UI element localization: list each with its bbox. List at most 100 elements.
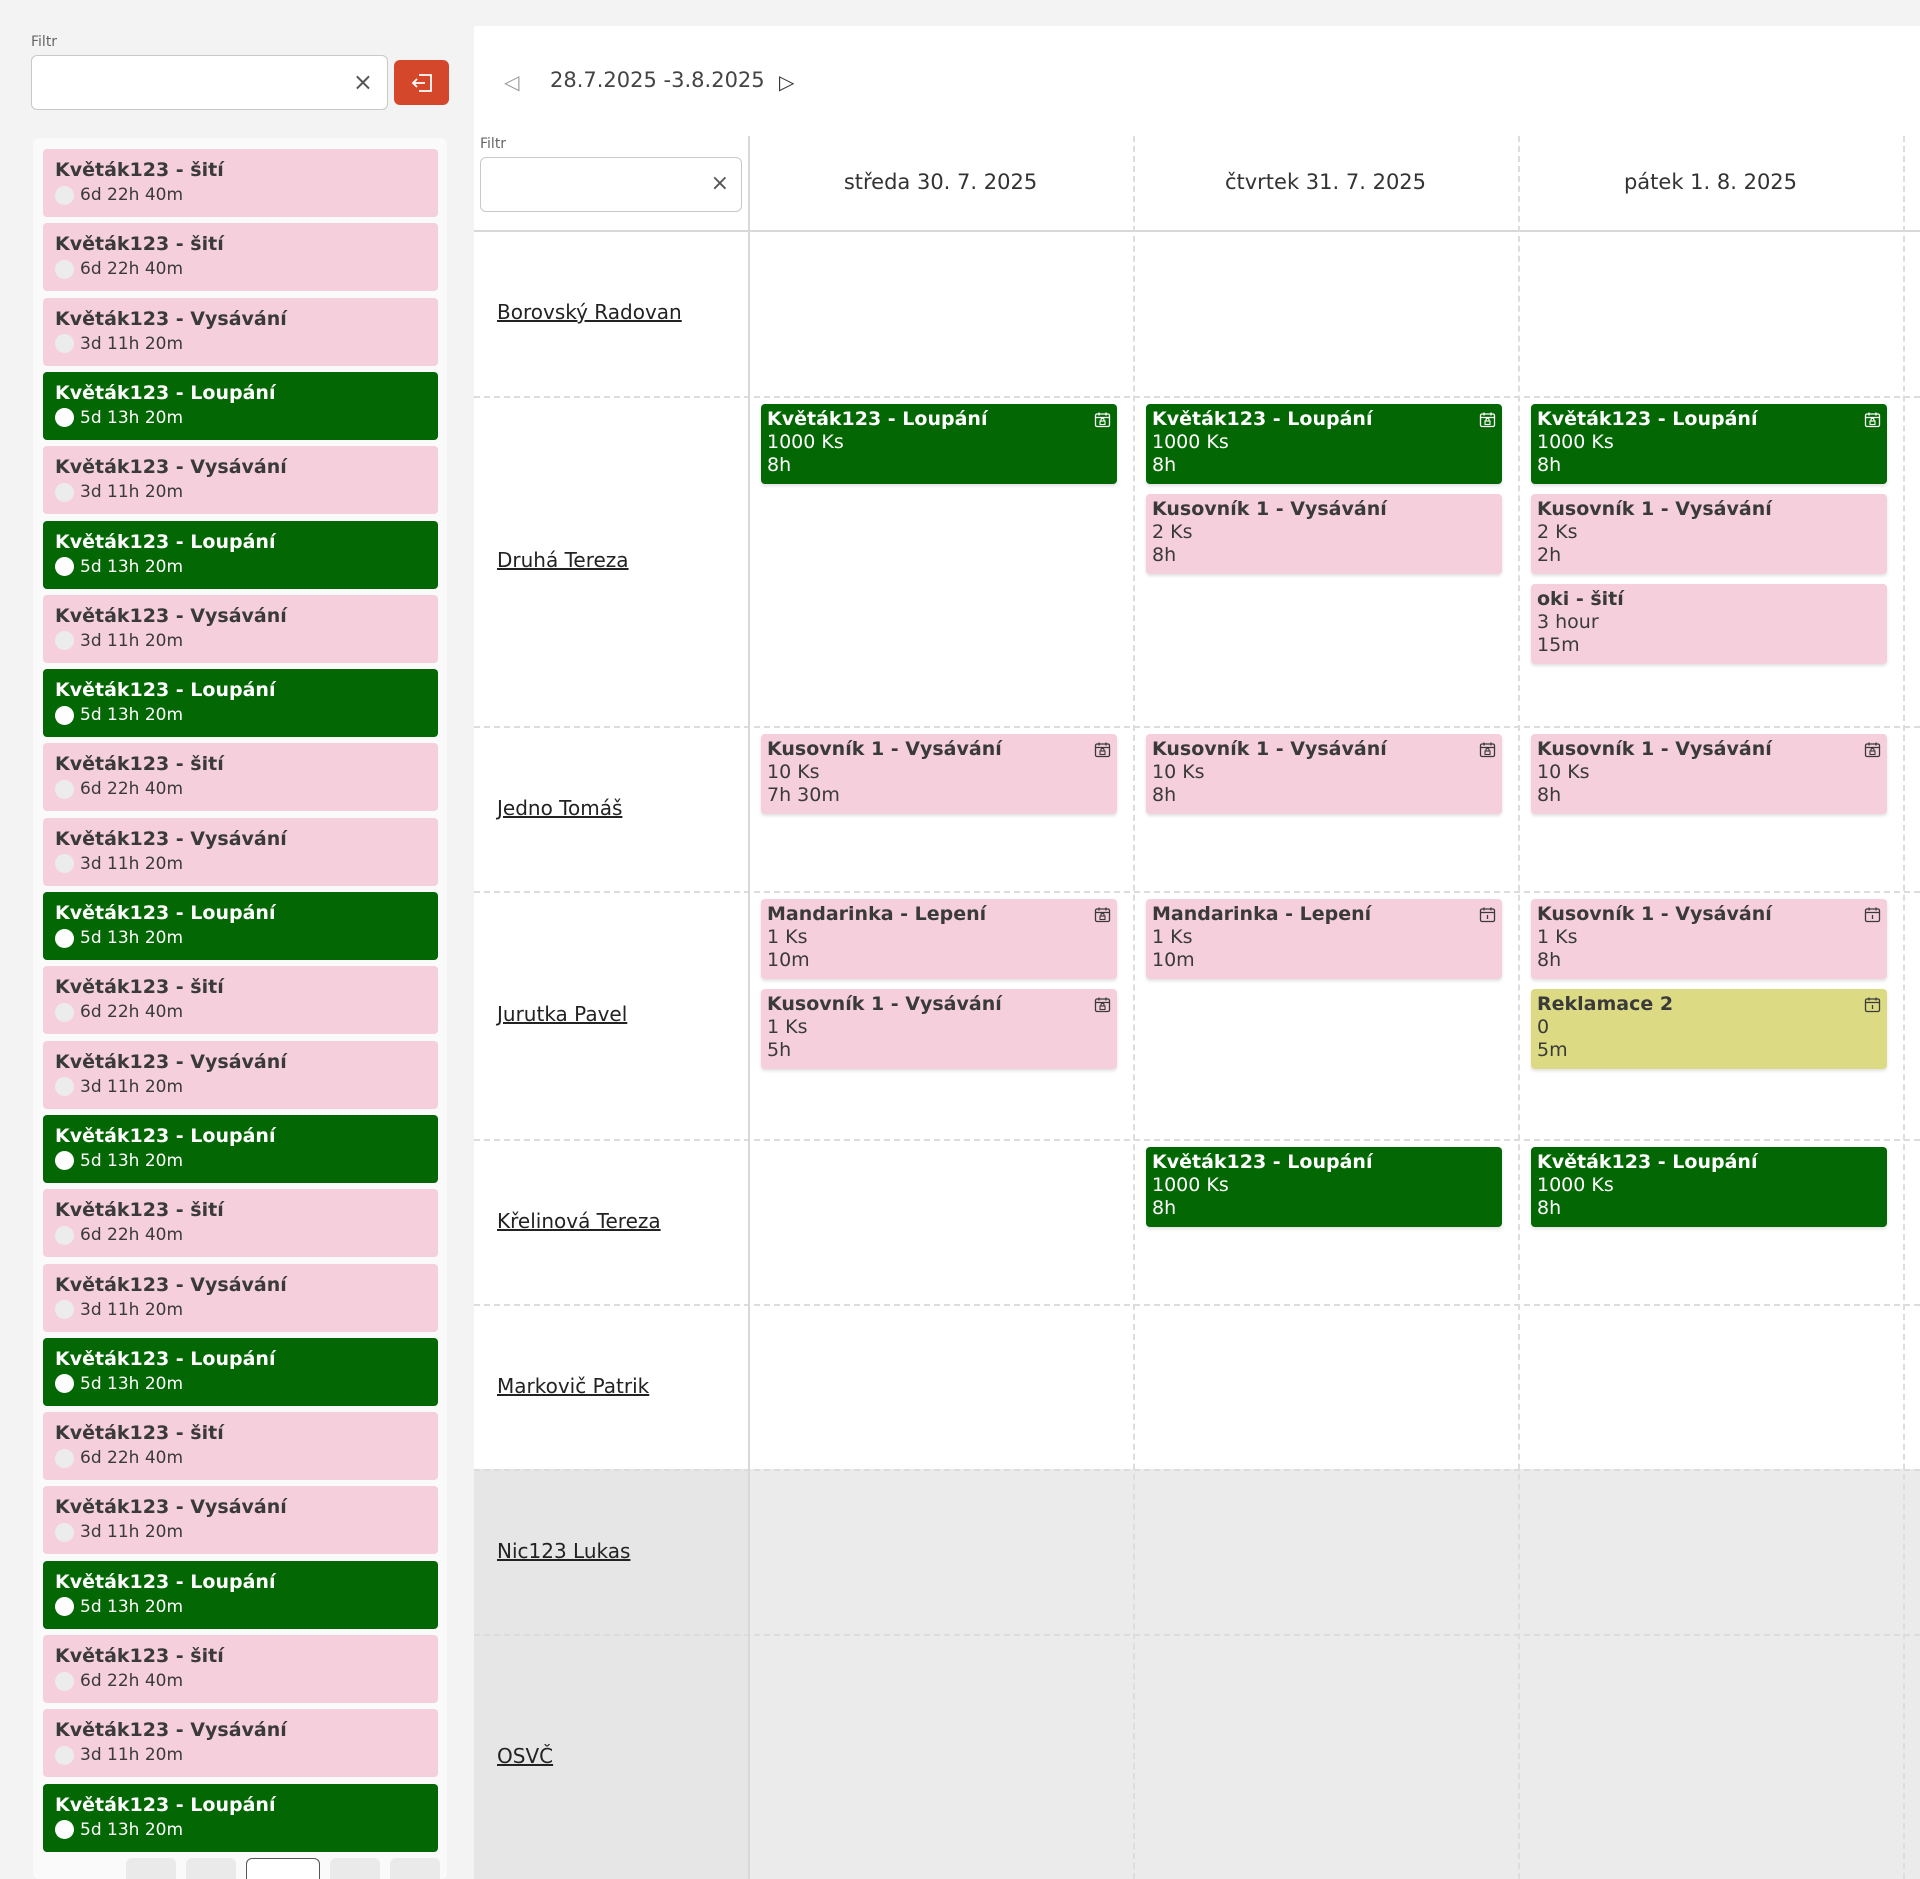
scheduled-task-card[interactable]: Květák123 - Loupání 1000 Ks 8h (1146, 1147, 1502, 1227)
employee-filter-input[interactable]: × (480, 157, 742, 212)
employee-name-link[interactable]: Borovský Radovan (497, 300, 682, 324)
employee-filter-label: Filtr (480, 136, 507, 152)
task-quantity: 3 hour (1537, 611, 1599, 633)
scheduled-task-card[interactable]: Květák123 - Loupání 1000 Ks 8h (1146, 404, 1502, 484)
task-list-item[interactable]: Květák123 - Loupání 5d 13h 20m (43, 669, 438, 738)
calendar-icon[interactable] (1479, 906, 1496, 923)
status-dot-icon (55, 482, 74, 502)
employee-name-link[interactable]: Jurutka Pavel (497, 1002, 627, 1026)
task-list-item[interactable]: Květák123 - Vysávání 3d 11h 20m (43, 1486, 438, 1555)
next-week-icon[interactable]: ▷ (779, 70, 794, 94)
pagination-current[interactable] (246, 1858, 320, 1879)
clear-filter-icon[interactable]: × (711, 170, 729, 198)
task-title: Květák123 - Loupání (1537, 1151, 1758, 1173)
task-duration-row: 6d 22h 40m (55, 1223, 426, 1247)
task-duration-row: 5d 13h 20m (55, 703, 426, 727)
calendar-icon[interactable] (1864, 996, 1881, 1013)
task-title: Květák123 - Loupání (1152, 1151, 1373, 1173)
scheduled-task-card[interactable]: Kusovník 1 - Vysávání 2 Ks 8h (1146, 494, 1502, 574)
task-list-item[interactable]: Květák123 - Vysávání 3d 11h 20m (43, 1263, 438, 1332)
employee-name-link[interactable]: Markovič Patrik (497, 1374, 649, 1398)
row-divider (474, 1304, 1920, 1306)
employee-name-link[interactable]: Nic123 Lukas (497, 1539, 630, 1563)
scheduled-task-card[interactable]: Květák123 - Loupání 1000 Ks 8h (761, 404, 1117, 484)
scheduled-task-card[interactable]: Květák123 - Loupání 1000 Ks 8h (1531, 1147, 1887, 1227)
row-divider (474, 726, 1920, 728)
task-list-item[interactable]: Květák123 - Loupání 5d 13h 20m (43, 520, 438, 589)
task-list-item[interactable]: Květák123 - Vysávání 3d 11h 20m (43, 1040, 438, 1109)
scheduled-task-card[interactable]: Kusovník 1 - Vysávání 1 Ks 5h (761, 989, 1117, 1069)
scheduled-task-card[interactable]: Mandarinka - Lepení 1 Ks 10m (1146, 899, 1502, 979)
calendar-lock-icon[interactable] (1864, 741, 1881, 758)
task-quantity: 10 Ks (767, 761, 820, 783)
unscheduled-task-list[interactable]: Květák123 - šití 6d 22h 40m Květák123 - ši… (33, 138, 447, 1879)
pagination-first[interactable] (126, 1858, 176, 1879)
task-list-item[interactable]: Květák123 - šití 6d 22h 40m (43, 149, 438, 217)
task-list-item[interactable]: Květák123 - šití 6d 22h 40m (43, 223, 438, 292)
task-list-item[interactable]: Květák123 - Loupání 5d 13h 20m (43, 1114, 438, 1183)
status-dot-icon (55, 1151, 74, 1171)
scheduled-task-card[interactable]: Kusovník 1 - Vysávání 1 Ks 8h (1531, 899, 1887, 979)
calendar-lock-icon[interactable] (1094, 411, 1111, 428)
task-sidebar: Filtr × Květák123 - šití 6d 22h 40m Květák… (0, 0, 460, 1879)
calendar-lock-icon[interactable] (1479, 411, 1496, 428)
task-duration: 5d 13h 20m (80, 1150, 184, 1171)
logout-icon (411, 73, 432, 92)
employee-name-link[interactable]: Jedno Tomáš (497, 796, 622, 820)
calendar-icon[interactable] (1864, 906, 1881, 923)
scheduled-task-card[interactable]: Kusovník 1 - Vysávání 10 Ks 8h (1146, 734, 1502, 814)
task-duration: 3d 11h 20m (80, 1745, 184, 1766)
clear-filter-icon[interactable]: × (353, 68, 373, 96)
employee-name-link[interactable]: OSVČ (497, 1744, 553, 1768)
scheduled-task-card[interactable]: Kusovník 1 - Vysávání 10 Ks 7h 30m (761, 734, 1117, 814)
calendar-lock-icon[interactable] (1864, 411, 1881, 428)
scheduled-task-card[interactable]: Kusovník 1 - Vysávání 2 Ks 2h (1531, 494, 1887, 574)
task-list-item[interactable]: Květák123 - Vysávání 3d 11h 20m (43, 297, 438, 366)
calendar-lock-icon[interactable] (1094, 741, 1111, 758)
status-dot-icon (55, 1077, 74, 1097)
scheduled-task-card[interactable]: Kusovník 1 - Vysávání 10 Ks 8h (1531, 734, 1887, 814)
scheduled-task-card[interactable]: Květák123 - Loupání 1000 Ks 8h (1531, 404, 1887, 484)
pagination-last[interactable] (390, 1858, 440, 1879)
employee-name-link[interactable]: Druhá Tereza (497, 548, 629, 572)
task-duration-row: 3d 11h 20m (55, 480, 426, 504)
sidebar-filter-input[interactable]: × (31, 55, 388, 110)
task-list-item[interactable]: Květák123 - Vysávání 3d 11h 20m (43, 446, 438, 515)
task-list-item[interactable]: Květák123 - šití 6d 22h 40m (43, 1412, 438, 1481)
week-range: 28.7.2025 -3.8.2025 (550, 68, 765, 92)
calendar-lock-icon[interactable] (1094, 906, 1111, 923)
task-list-item[interactable]: Květák123 - Vysávání 3d 11h 20m (43, 1709, 438, 1778)
exit-button[interactable] (394, 60, 449, 105)
task-quantity: 1 Ks (1152, 926, 1193, 948)
calendar-lock-icon[interactable] (1094, 996, 1111, 1013)
task-title: Květák123 - Loupání (55, 381, 276, 404)
task-duration: 6d 22h 40m (80, 1225, 184, 1246)
task-list-item[interactable]: Květák123 - Loupání 5d 13h 20m (43, 371, 438, 440)
task-list-item[interactable]: Květák123 - Loupání 5d 13h 20m (43, 1783, 438, 1852)
scheduled-task-card[interactable]: Reklamace 2 0 5m (1531, 989, 1887, 1069)
row-divider (474, 1139, 1920, 1141)
task-title: Květák123 - Vysávání (55, 1273, 287, 1296)
task-duration-row: 3d 11h 20m (55, 1075, 426, 1099)
previous-week-icon[interactable]: ◁ (504, 70, 519, 94)
scheduled-task-card[interactable]: oki - šití 3 hour 15m (1531, 584, 1887, 664)
pagination-next[interactable] (330, 1858, 380, 1879)
status-dot-icon (55, 408, 74, 428)
calendar-lock-icon[interactable] (1479, 741, 1496, 758)
task-list-item[interactable]: Květák123 - šití 6d 22h 40m (43, 1189, 438, 1258)
task-list-item[interactable]: Květák123 - Vysávání 3d 11h 20m (43, 594, 438, 663)
task-list-item[interactable]: Květák123 - Loupání 5d 13h 20m (43, 892, 438, 960)
task-list-item[interactable]: Květák123 - Loupání 5d 13h 20m (43, 1337, 438, 1406)
task-list-item[interactable]: Květák123 - Loupání 5d 13h 20m (43, 1560, 438, 1629)
task-duration: 5d 13h 20m (80, 1373, 184, 1394)
task-list-item[interactable]: Květák123 - šití 6d 22h 40m (43, 1635, 438, 1703)
task-quantity: 10 Ks (1537, 761, 1590, 783)
scheduled-task-card[interactable]: Mandarinka - Lepení 1 Ks 10m (761, 899, 1117, 979)
status-dot-icon (55, 259, 74, 279)
task-list-item[interactable]: Květák123 - Vysávání 3d 11h 20m (43, 817, 438, 886)
task-quantity: 10 Ks (1152, 761, 1205, 783)
employee-name-link[interactable]: Křelinová Tereza (497, 1209, 661, 1233)
pagination-prev[interactable] (186, 1858, 236, 1879)
task-list-item[interactable]: Květák123 - šití 6d 22h 40m (43, 966, 438, 1035)
task-list-item[interactable]: Květák123 - šití 6d 22h 40m (43, 743, 438, 812)
